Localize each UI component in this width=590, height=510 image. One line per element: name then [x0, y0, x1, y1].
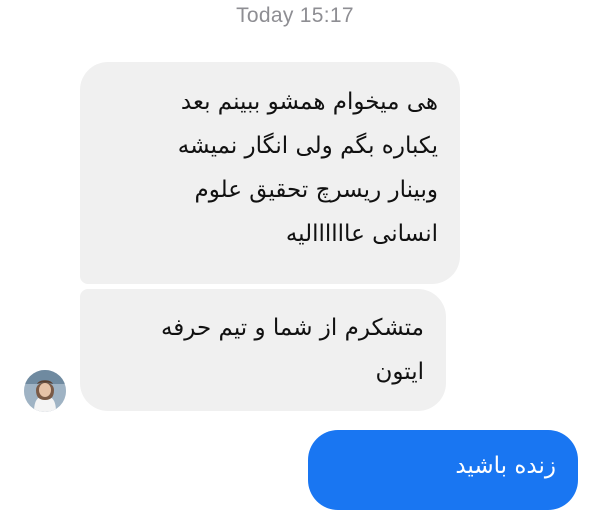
sent-message-bubble[interactable]: زنده باشید — [308, 430, 578, 510]
message-text-line: متشکرم از شما و تیم حرفه — [160, 315, 424, 341]
message-text-line: زنده باشید — [455, 453, 556, 479]
message-text-line: ایتون — [375, 359, 424, 385]
message-text-line: یکباره بگم ولی انگار نمیشه — [177, 133, 438, 159]
message-timestamp: Today 15:17 — [236, 4, 354, 27]
avatar-icon — [24, 370, 66, 412]
received-message-bubble[interactable]: متشکرم از شما و تیم حرفه ایتون — [80, 289, 446, 411]
received-message-bubble[interactable]: هی میخوام همشو ببینم بعد یکباره بگم ولی … — [80, 62, 460, 284]
sender-avatar[interactable] — [24, 370, 66, 412]
message-text-line: وبینار ریسرچ تحقیق علوم — [194, 177, 438, 203]
message-text-line: انسانی عاااااالیه — [285, 221, 438, 247]
message-text-line: هی میخوام همشو ببینم بعد — [180, 89, 438, 115]
